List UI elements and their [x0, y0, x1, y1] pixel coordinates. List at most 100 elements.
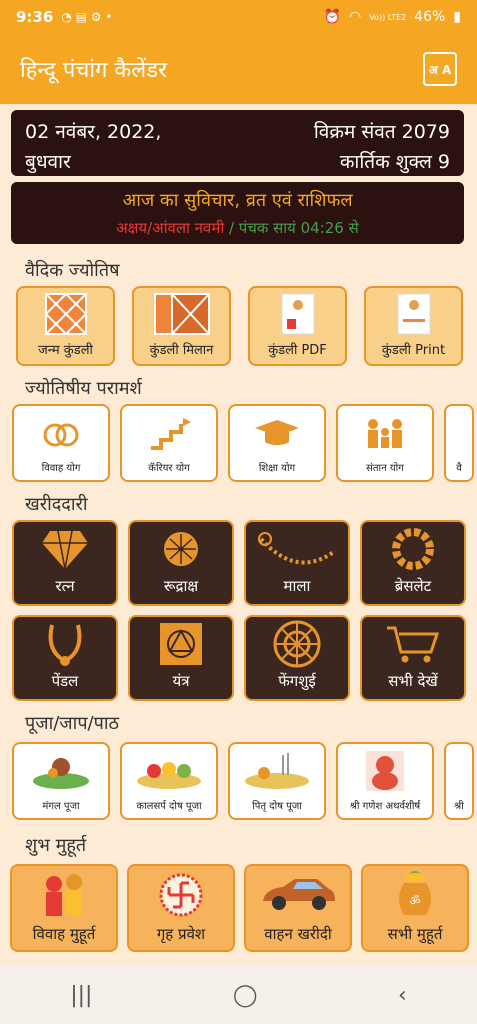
- tile-pendal[interactable]: पेंडल: [12, 615, 118, 701]
- separator-text: /: [224, 219, 239, 237]
- shopping-cart-icon: [385, 617, 441, 671]
- tile-mangal-puja[interactable]: मंगल पूजा: [12, 742, 110, 820]
- app-bar: हिन्दू पंचांग कैलेंडर अ A: [0, 34, 477, 104]
- fengshui-wheel-icon: [272, 617, 322, 671]
- tile-kaalsarp-puja[interactable]: कालसर्प दोष पूजा: [120, 742, 218, 820]
- wedding-couple-icon: [38, 866, 90, 924]
- mala-beads-icon: [257, 522, 337, 576]
- yantra-icon: [158, 617, 204, 671]
- day-text: बुधवार: [25, 151, 71, 173]
- kalash-icon: ॐ: [392, 866, 438, 924]
- rings-icon: [39, 406, 83, 460]
- language-toggle-button[interactable]: अ A: [423, 52, 457, 86]
- festival-text: अक्षय/आंवला नवमी: [116, 219, 225, 237]
- date-card[interactable]: 02 नवंबर, 2022, बुधवार विक्रम संवत 2079 …: [11, 110, 464, 176]
- alarm-icon: ⏰: [323, 9, 342, 25]
- tile-career-yog[interactable]: कॅरियर योग: [120, 404, 218, 482]
- fruit-plate-icon: [134, 744, 204, 798]
- swastik-icon: [156, 866, 206, 924]
- tile-sabhi-dekhen[interactable]: सभी देखें: [360, 615, 466, 701]
- panchak-text: पंचक सायं 04:26 से: [238, 219, 359, 237]
- tile-bracelet[interactable]: ब्रेसलेट: [360, 520, 466, 606]
- tile-label: कालसर्प दोष पूजा: [136, 801, 202, 812]
- tile-ganesh-atharvashirsha[interactable]: श्री गणेश अथर्वशीर्ष: [336, 742, 434, 820]
- tile-label: श्री: [454, 801, 464, 812]
- tile-label: रत्न: [55, 577, 75, 595]
- home-icon[interactable]: ◯: [233, 983, 258, 1008]
- tile-label: यंत्र: [172, 672, 190, 690]
- svg-text:ॐ: ॐ: [410, 894, 421, 908]
- tile-label: मंगल पूजा: [42, 801, 80, 812]
- career-stairs-icon: [147, 406, 191, 460]
- tile-label: ब्रेसलेट: [394, 577, 432, 595]
- tile-label: सभी मुहूर्त: [387, 925, 443, 943]
- back-icon[interactable]: ‹: [398, 983, 407, 1008]
- car-icon: [259, 866, 337, 924]
- tile-kundli-pdf[interactable]: कुंडली PDF: [248, 286, 347, 366]
- recent-apps-icon[interactable]: |||: [70, 983, 92, 1008]
- status-time: 9:36: [16, 8, 54, 26]
- tile-label: वाहन खरीदी: [264, 925, 332, 943]
- app-title: हिन्दू पंचांग कैलेंडर: [20, 58, 167, 83]
- tile-label: श्री गणेश अथर्वशीर्ष: [349, 801, 421, 812]
- battery-icon: ▮: [453, 9, 461, 25]
- vrat-line: अक्षय/आंवला नवमी / पंचक सायं 04:26 से: [11, 218, 464, 238]
- gem-icon: [42, 522, 88, 576]
- pendant-icon: [42, 617, 88, 671]
- tile-label: शिक्षा योग: [258, 463, 296, 474]
- date-text: 02 नवंबर, 2022,: [25, 121, 162, 143]
- tile-label: वै: [456, 463, 462, 474]
- tile-shiksha-yog[interactable]: शिक्षा योग: [228, 404, 326, 482]
- tile-ratna[interactable]: रत्न: [12, 520, 118, 606]
- status-bar: 9:36 ◔ ▤ ⚙ • ⏰ ◠ Vo)) LTE2 46% ▮: [0, 0, 477, 34]
- tile-vahan-kharidi[interactable]: वाहन खरीदी: [244, 864, 352, 952]
- tile-label: कुंडली PDF: [268, 343, 327, 358]
- tile-partial[interactable]: श्री: [444, 742, 474, 820]
- tile-kundli-print[interactable]: कुंडली Print: [364, 286, 463, 366]
- system-nav-bar: ||| ◯ ‹: [0, 966, 477, 1024]
- status-right: ⏰ ◠ Vo)) LTE2 46% ▮: [324, 9, 461, 25]
- suvichar-card[interactable]: आज का सुविचार, व्रत एवं राशिफल अक्षय/आंव…: [11, 182, 464, 244]
- tile-pitra-dosh-puja[interactable]: पितृ दोष पूजा: [228, 742, 326, 820]
- tile-partial[interactable]: वै: [444, 404, 474, 482]
- notification-icons: ◔ ▤ ⚙ •: [61, 10, 113, 24]
- diya-plate-icon: [242, 744, 312, 798]
- tile-janm-kundli[interactable]: जन्म कुंडली: [16, 286, 115, 366]
- puja-thali-icon: [31, 744, 91, 798]
- tile-vivah-yog[interactable]: विवाह योग: [12, 404, 110, 482]
- tile-vivah-muhurt[interactable]: विवाह मुहूर्त: [10, 864, 118, 952]
- battery-text: 46%: [414, 9, 446, 25]
- tile-label: विवाह मुहूर्त: [32, 925, 96, 943]
- tile-label: फेंगशुई: [278, 672, 316, 690]
- tile-label: कुंडली मिलान: [149, 343, 214, 358]
- tile-label: माला: [283, 577, 311, 595]
- tile-rudraksh[interactable]: रूद्राक्ष: [128, 520, 234, 606]
- tile-label: कुंडली Print: [381, 343, 446, 358]
- tile-fengshui[interactable]: फेंगशुई: [244, 615, 350, 701]
- bracelet-icon: [390, 522, 436, 576]
- pdf-document-icon: [281, 288, 315, 340]
- section-title-puja: पूजा/जाप/पाठ: [25, 713, 119, 734]
- kundli-icon: [44, 288, 87, 340]
- tile-label: कॅरियर योग: [148, 463, 190, 474]
- tile-label: सभी देखें: [388, 672, 438, 690]
- tithi-text: कार्तिक शुक्ल 9: [339, 151, 450, 173]
- tile-label: पितृ दोष पूजा: [252, 801, 302, 812]
- section-title-paramarsh: ज्योतिषीय परामर्श: [25, 378, 142, 399]
- tile-sabhi-muhurt[interactable]: ॐ सभी मुहूर्त: [361, 864, 469, 952]
- suvichar-heading: आज का सुविचार, व्रत एवं राशिफल: [122, 190, 353, 211]
- section-title-kharidari: खरीददारी: [25, 494, 88, 515]
- family-icon: [361, 406, 409, 460]
- tile-kundli-milan[interactable]: कुंडली मिलान: [132, 286, 231, 366]
- tile-yantra[interactable]: यंत्र: [128, 615, 234, 701]
- tile-mala[interactable]: माला: [244, 520, 350, 606]
- section-title-vedic: वैदिक ज्योतिष: [25, 260, 120, 281]
- tile-santan-yog[interactable]: संतान योग: [336, 404, 434, 482]
- tile-label: गृह प्रवेश: [156, 925, 206, 943]
- samvat-text: विक्रम संवत 2079: [313, 121, 450, 143]
- print-document-icon: [397, 288, 431, 340]
- tile-griha-pravesh[interactable]: गृह प्रवेश: [127, 864, 235, 952]
- tile-label: संतान योग: [366, 463, 404, 474]
- tile-label: पेंडल: [51, 672, 79, 690]
- section-title-muhurt: शुभ मुहूर्त: [25, 835, 87, 856]
